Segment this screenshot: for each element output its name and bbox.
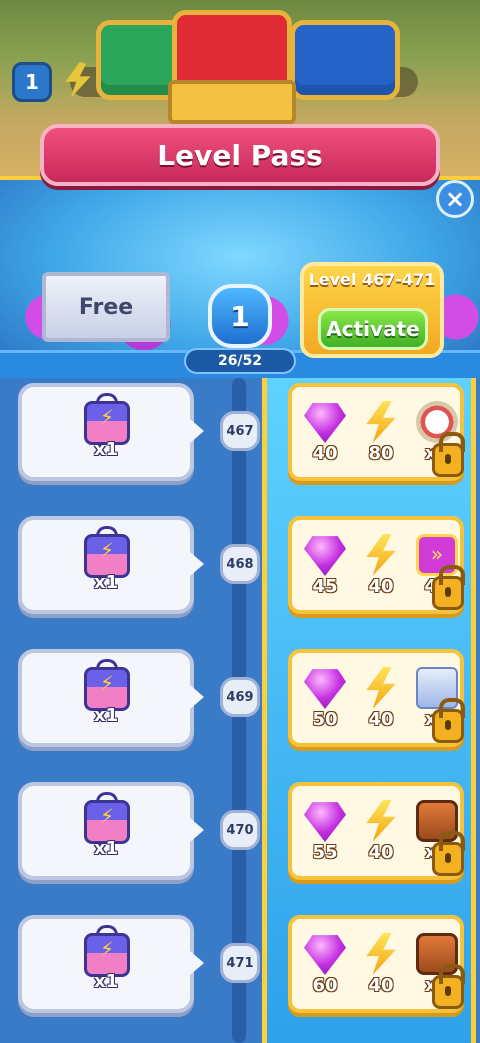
close-icon: × xyxy=(444,185,466,213)
lock-icon xyxy=(432,964,465,1009)
reward-row: ⚡x14695040x2 xyxy=(0,649,480,761)
premium-pass-box: Level 467-471 Activate xyxy=(300,262,444,358)
current-pass-level: 1 xyxy=(208,284,272,348)
premium-item-qty: 80 xyxy=(368,443,394,464)
page-title: Level Pass xyxy=(157,138,323,172)
premium-item: 40 xyxy=(356,530,406,610)
progress-counter: 26/52 xyxy=(184,348,296,374)
lock-icon xyxy=(432,831,465,876)
premium-item-qty: 40 xyxy=(368,842,394,863)
premium-item-qty: 40 xyxy=(368,975,394,996)
gem-icon xyxy=(304,802,346,842)
close-button[interactable]: × xyxy=(436,180,474,218)
level-node: 471 xyxy=(220,943,260,983)
bolt-icon: ⚡ xyxy=(100,804,115,828)
level-node: 469 xyxy=(220,677,260,717)
gem-icon xyxy=(304,935,346,975)
free-reward-qty: x1 xyxy=(94,705,119,726)
energy-icon xyxy=(366,800,396,842)
premium-item: 40 xyxy=(300,397,350,477)
premium-item: 60 xyxy=(300,929,350,1009)
energy-icon xyxy=(366,667,396,709)
energy-icon xyxy=(366,401,396,443)
gem-icon xyxy=(304,669,346,709)
free-label: Free xyxy=(78,294,134,320)
blue-chest-icon xyxy=(290,20,400,100)
bolt-icon: ⚡ xyxy=(100,671,115,695)
free-reward-card[interactable]: ⚡ x1 xyxy=(18,915,204,1013)
level-node: 470 xyxy=(220,810,260,850)
premium-item-qty: 50 xyxy=(312,709,338,730)
free-reward-qty: x1 xyxy=(94,572,119,593)
gem-icon xyxy=(304,536,346,576)
level-node: 468 xyxy=(220,544,260,584)
free-reward-card[interactable]: ⚡ x1 xyxy=(18,649,204,747)
bolt-icon: ⚡ xyxy=(100,937,115,961)
premium-item-qty: 40 xyxy=(368,576,394,597)
premium-item: 45 xyxy=(300,530,350,610)
premium-item-qty: 60 xyxy=(312,975,338,996)
free-reward-card[interactable]: ⚡ x1 xyxy=(18,782,204,880)
lock-icon xyxy=(432,432,465,477)
free-track-ticket: Free xyxy=(42,272,170,342)
reward-row: ⚡x14684540»40 xyxy=(0,516,480,628)
gem-icon xyxy=(304,403,346,443)
free-reward-qty: x1 xyxy=(94,439,119,460)
free-reward-qty: x1 xyxy=(94,838,119,859)
lock-icon xyxy=(432,565,465,610)
premium-item-qty: 55 xyxy=(312,842,338,863)
premium-item: 40 xyxy=(356,929,406,1009)
free-reward-qty: x1 xyxy=(94,971,119,992)
free-reward-card[interactable]: ⚡ x1 xyxy=(18,516,204,614)
lock-icon xyxy=(432,698,465,743)
premium-item: 50 xyxy=(300,663,350,743)
level-node: 467 xyxy=(220,411,260,451)
reward-row: ⚡ x1 467 40 80 x1 xyxy=(0,383,480,495)
free-reward-card[interactable]: ⚡ x1 xyxy=(18,383,204,481)
premium-item-qty: 45 xyxy=(312,576,338,597)
energy-icon xyxy=(366,534,396,576)
premium-level-range: Level 467-471 xyxy=(308,270,436,289)
crown-chest-icon xyxy=(168,80,296,124)
premium-item: 80 xyxy=(356,397,406,477)
premium-item: 40 xyxy=(356,663,406,743)
reward-row: ⚡ x1 470 55 40 x1 xyxy=(0,782,480,894)
activate-button[interactable]: Activate xyxy=(318,308,428,350)
bolt-icon: ⚡ xyxy=(100,405,115,429)
premium-item: 40 xyxy=(356,796,406,876)
header-ribbon: Level Pass xyxy=(16,124,464,190)
premium-item: 55 xyxy=(300,796,350,876)
player-level-badge[interactable]: 1 xyxy=(12,62,52,102)
premium-item-qty: 40 xyxy=(368,709,394,730)
premium-item-qty: 40 xyxy=(312,443,338,464)
energy-icon xyxy=(366,933,396,975)
reward-row: ⚡ x1 471 60 40 x1 xyxy=(0,915,480,1027)
bolt-icon: ⚡ xyxy=(100,538,115,562)
